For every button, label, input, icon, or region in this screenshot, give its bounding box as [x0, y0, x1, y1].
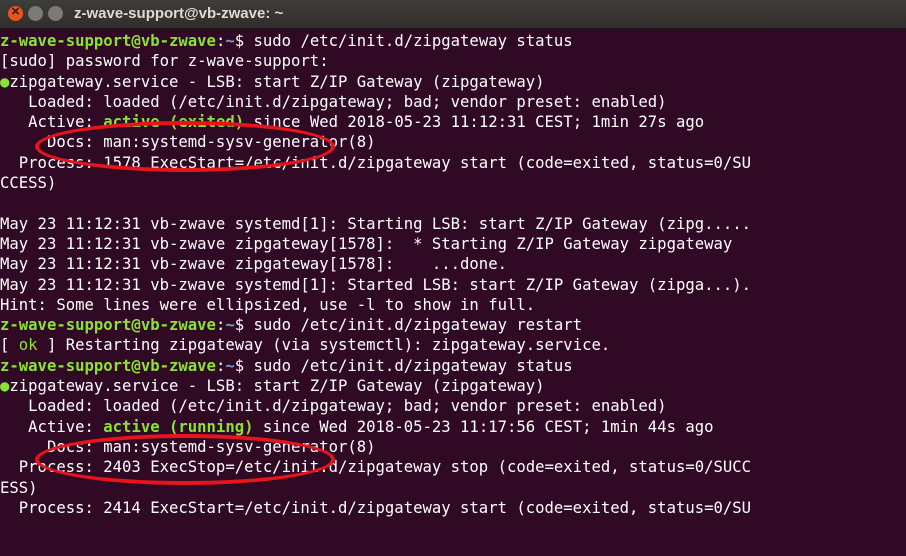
ok-bracket-open: [ [0, 336, 19, 355]
terminal-line: Active: active (running) since Wed 2018-… [0, 417, 906, 437]
close-window-button[interactable] [8, 3, 23, 21]
prompt-path: ~ [225, 356, 235, 375]
prompt-symbol: $ [234, 316, 245, 335]
prompt-user-host: z-wave-support@vb-zwave [0, 32, 216, 50]
prompt-path: ~ [225, 32, 235, 50]
terminal-line: Docs: man:systemd-sysv-generator(8) [0, 437, 906, 457]
terminal-line: z-wave-support@vb-zwave:~$ sudo /etc/ini… [0, 31, 906, 51]
output-text: May 23 11:12:31 vb-zwave systemd[1]: Sta… [0, 275, 752, 294]
terminal-line: Hint: Some lines were ellipsized, use -l… [0, 295, 906, 315]
terminal-line: Process: 1578 ExecStart=/etc/init.d/zipg… [0, 153, 906, 173]
maximize-window-button[interactable] [48, 6, 63, 21]
output-text: Loaded: loaded (/etc/init.d/zipgateway; … [0, 92, 667, 111]
ok-status: ok [18, 336, 38, 355]
service-status-dot-icon: ● [0, 377, 10, 396]
terminal-line: ●zipgateway.service - LSB: start Z/IP Ga… [0, 376, 906, 396]
prompt-path: ~ [225, 316, 235, 335]
command-text: sudo /etc/init.d/zipgateway status [244, 356, 573, 375]
output-text: Hint: Some lines were ellipsized, use -l… [0, 295, 536, 314]
output-text: CCESS) [0, 174, 57, 193]
terminal-line: Docs: man:systemd-sysv-generator(8) [0, 132, 906, 152]
output-text: May 23 11:12:31 vb-zwave zipgateway[1578… [0, 234, 733, 253]
terminal-line: [sudo] password for z-wave-support: [0, 51, 906, 71]
service-status-dot-icon: ● [0, 72, 10, 91]
output-text: Process: 1578 ExecStart=/etc/init.d/zipg… [0, 153, 752, 172]
output-text: Process: 2403 ExecStop=/etc/init.d/zipga… [0, 458, 752, 477]
ok-bracket-close: ] [37, 336, 66, 355]
terminal-line: Active: active (exited) since Wed 2018-0… [0, 112, 906, 132]
window-title: z-wave-support@vb-zwave: ~ [74, 5, 284, 22]
terminal-line: z-wave-support@vb-zwave:~$ sudo /etc/ini… [0, 315, 906, 335]
prompt-user-host: z-wave-support@vb-zwave [0, 356, 216, 375]
terminal-line: May 23 11:12:31 vb-zwave zipgateway[1578… [0, 234, 906, 254]
output-text: ESS) [0, 478, 38, 497]
output-text: Docs: man:systemd-sysv-generator(8) [0, 133, 376, 152]
terminal-line: Process: 2414 ExecStart=/etc/init.d/zipg… [0, 498, 906, 518]
prompt-separator: : [215, 356, 226, 375]
prompt-symbol: $ [234, 356, 245, 375]
prompt-symbol: $ [234, 32, 245, 50]
minimize-window-button[interactable] [28, 6, 43, 21]
active-since: since Wed 2018-05-23 11:17:56 CEST; 1min… [253, 417, 714, 436]
terminal-line: Process: 2403 ExecStop=/etc/init.d/zipga… [0, 457, 906, 477]
service-header: zipgateway.service - LSB: start Z/IP Gat… [9, 72, 545, 91]
output-text: [sudo] password for z-wave-support: [0, 52, 329, 71]
restart-message: Restarting zipgateway (via systemctl): z… [65, 336, 611, 355]
terminal-line: May 23 11:12:31 vb-zwave zipgateway[1578… [0, 254, 906, 274]
output-text: May 23 11:12:31 vb-zwave systemd[1]: Sta… [0, 214, 752, 233]
output-text: Process: 2414 ExecStart=/etc/init.d/zipg… [0, 498, 752, 517]
terminal-line: ●zipgateway.service - LSB: start Z/IP Ga… [0, 72, 906, 92]
output-text: May 23 11:12:31 vb-zwave zipgateway[1578… [0, 255, 507, 274]
terminal-line: z-wave-support@vb-zwave:~$ sudo /etc/ini… [0, 356, 906, 376]
terminal-line: May 23 11:12:31 vb-zwave systemd[1]: Sta… [0, 214, 906, 234]
output-text: Docs: man:systemd-sysv-generator(8) [0, 437, 376, 456]
terminal-output[interactable]: z-wave-support@vb-zwave:~$ sudo /etc/ini… [0, 29, 906, 556]
terminal-line: Loaded: loaded (/etc/init.d/zipgateway; … [0, 396, 906, 416]
terminal-line: Loaded: loaded (/etc/init.d/zipgateway; … [0, 92, 906, 112]
terminal-line: [ ok ] Restarting zipgateway (via system… [0, 335, 906, 355]
active-since: since Wed 2018-05-23 11:12:31 CEST; 1min… [244, 113, 705, 132]
prompt-separator: : [215, 316, 226, 335]
active-status: active (exited) [103, 113, 245, 132]
output-text: Loaded: loaded (/etc/init.d/zipgateway; … [0, 397, 667, 416]
terminal-line: ESS) [0, 478, 906, 498]
prompt-separator: : [215, 32, 226, 50]
terminal-line: CCESS) [0, 173, 906, 193]
terminal-line: May 23 11:12:31 vb-zwave systemd[1]: Sta… [0, 275, 906, 295]
service-header: zipgateway.service - LSB: start Z/IP Gat… [9, 377, 545, 396]
command-text: sudo /etc/init.d/zipgateway restart [244, 316, 583, 335]
active-status: active (running) [103, 417, 254, 436]
command-text: sudo /etc/init.d/zipgateway status [244, 32, 573, 50]
title-bar: z-wave-support@vb-zwave: ~ [0, 0, 906, 29]
active-label: Active: [0, 113, 104, 132]
prompt-user-host: z-wave-support@vb-zwave [0, 316, 216, 335]
active-label: Active: [0, 417, 104, 436]
